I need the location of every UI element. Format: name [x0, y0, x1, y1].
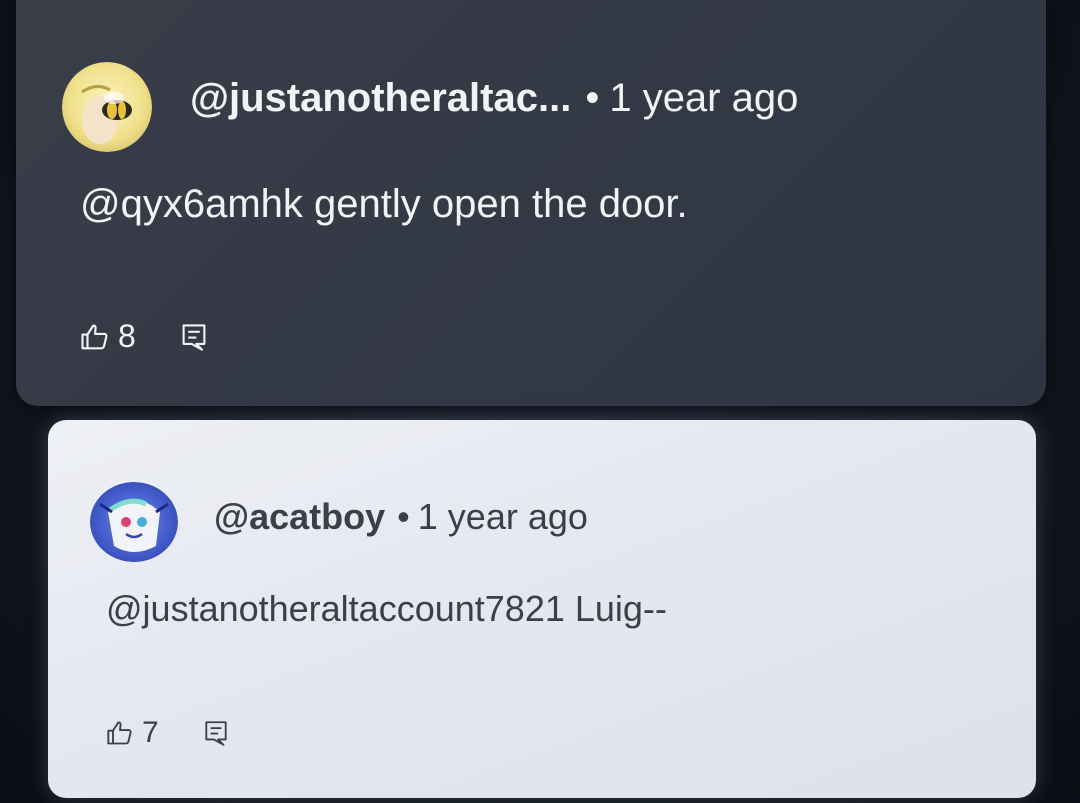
like-count: 7	[142, 716, 159, 749]
like-count: 8	[118, 318, 136, 354]
comment-actions: 8	[80, 318, 208, 355]
comment-card: @acatboy • 1 year ago @justanotheraltacc…	[48, 420, 1036, 798]
thumbs-up-icon[interactable]	[80, 322, 110, 352]
comment-card: @justanotheraltac... • 1 year ago @qyx6a…	[16, 0, 1046, 406]
comment-timestamp[interactable]: 1 year ago	[609, 76, 798, 121]
bee-avatar-icon[interactable]	[62, 62, 152, 152]
reply-icon[interactable]	[203, 719, 229, 747]
separator-dot: •	[585, 76, 600, 120]
comment-header: @acatboy • 1 year ago	[214, 496, 588, 538]
reply-icon[interactable]	[180, 322, 208, 352]
comment-author-handle[interactable]: @justanotheraltac...	[190, 76, 571, 121]
comment-timestamp[interactable]: 1 year ago	[418, 496, 588, 538]
comment-author-handle[interactable]: @acatboy	[214, 496, 385, 538]
comment-header: @justanotheraltac... • 1 year ago	[190, 76, 798, 121]
separator-dot: •	[397, 496, 410, 537]
comment-text: @qyx6amhk gently open the door.	[80, 182, 688, 226]
thumbs-up-icon[interactable]	[106, 719, 134, 747]
comment-text: @justanotheraltaccount7821 Luig--	[106, 588, 667, 629]
comment-actions: 7	[106, 716, 229, 750]
cartoon-cat-avatar-icon[interactable]	[90, 482, 178, 562]
